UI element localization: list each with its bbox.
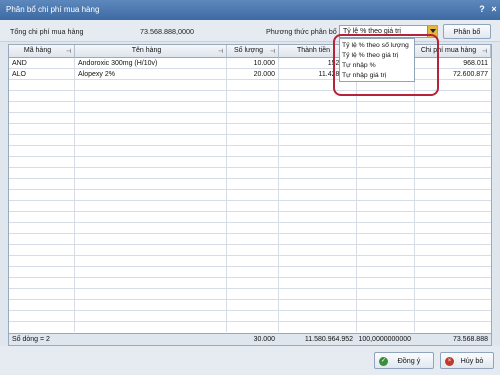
empty-row	[9, 268, 491, 278]
empty-row	[9, 279, 491, 289]
empty-row	[9, 257, 491, 267]
ok-button-label: Đồng ý	[397, 356, 421, 365]
total-cost-label: Tổng chi phí mua hàng	[10, 27, 84, 36]
checkmark-icon: ✓	[379, 357, 388, 366]
cancel-button[interactable]: × Hủy bỏ	[440, 352, 494, 369]
empty-row	[9, 235, 491, 245]
empty-row	[9, 136, 491, 146]
cancel-icon: ×	[445, 357, 454, 366]
pin-icon[interactable]: ⊣	[270, 48, 276, 55]
allocation-method-label: Phương thức phân bổ	[266, 27, 337, 36]
close-button[interactable]: ×	[488, 3, 500, 16]
highlight-annotation	[333, 34, 439, 96]
empty-row	[9, 158, 491, 168]
cell-name: Alopexy 2%	[78, 71, 115, 78]
column-header-name[interactable]: Tên hàng ⊣	[75, 45, 227, 58]
empty-row	[9, 180, 491, 190]
cell-code: AND	[12, 60, 27, 67]
total-pct: 100,0000000000	[358, 336, 411, 343]
cell-name: Andoroxic 300mg (H/10v)	[78, 60, 158, 67]
dialog-footer: ✓ Đồng ý × Hủy bỏ	[0, 346, 500, 375]
cell-code: ALO	[12, 71, 27, 78]
cell-qty: 20.000	[253, 71, 275, 78]
empty-row	[9, 213, 491, 223]
total-cost-value: 73.568.888,0000	[140, 27, 194, 36]
empty-row	[9, 103, 491, 113]
empty-row	[9, 191, 491, 201]
total-cost: 73.568.888	[452, 336, 488, 343]
allocate-button[interactable]: Phân bổ	[443, 24, 491, 39]
empty-row	[9, 114, 491, 124]
total-qty: 30.000	[253, 336, 275, 343]
empty-row	[9, 224, 491, 234]
total-amount: 11.580.964.952	[304, 336, 353, 343]
row-count: Số dòng = 2	[12, 336, 50, 343]
help-button[interactable]: ?	[476, 3, 488, 16]
ok-button[interactable]: ✓ Đồng ý	[374, 352, 434, 369]
pin-icon[interactable]: ⊣	[482, 48, 488, 55]
pin-icon[interactable]: ⊣	[66, 48, 72, 55]
title-bar: Phân bổ chi phí mua hàng ? ×	[0, 0, 500, 20]
table-footer: Số dòng = 2 30.000 11.580.964.952 100,00…	[9, 333, 491, 345]
window-title: Phân bổ chi phí mua hàng	[6, 5, 100, 14]
empty-row	[9, 290, 491, 300]
empty-row	[9, 147, 491, 157]
empty-row	[9, 202, 491, 212]
cell-qty: 10.000	[253, 60, 275, 67]
empty-row	[9, 246, 491, 256]
empty-row	[9, 169, 491, 179]
empty-row	[9, 125, 491, 135]
column-header-code[interactable]: Mã hàng ⊣	[9, 45, 75, 58]
empty-row	[9, 301, 491, 311]
pin-icon[interactable]: ⊣	[218, 48, 224, 55]
cancel-button-label: Hủy bỏ	[460, 356, 484, 365]
empty-row	[9, 312, 491, 322]
column-header-qty[interactable]: Số lượng ⊣	[227, 45, 279, 58]
